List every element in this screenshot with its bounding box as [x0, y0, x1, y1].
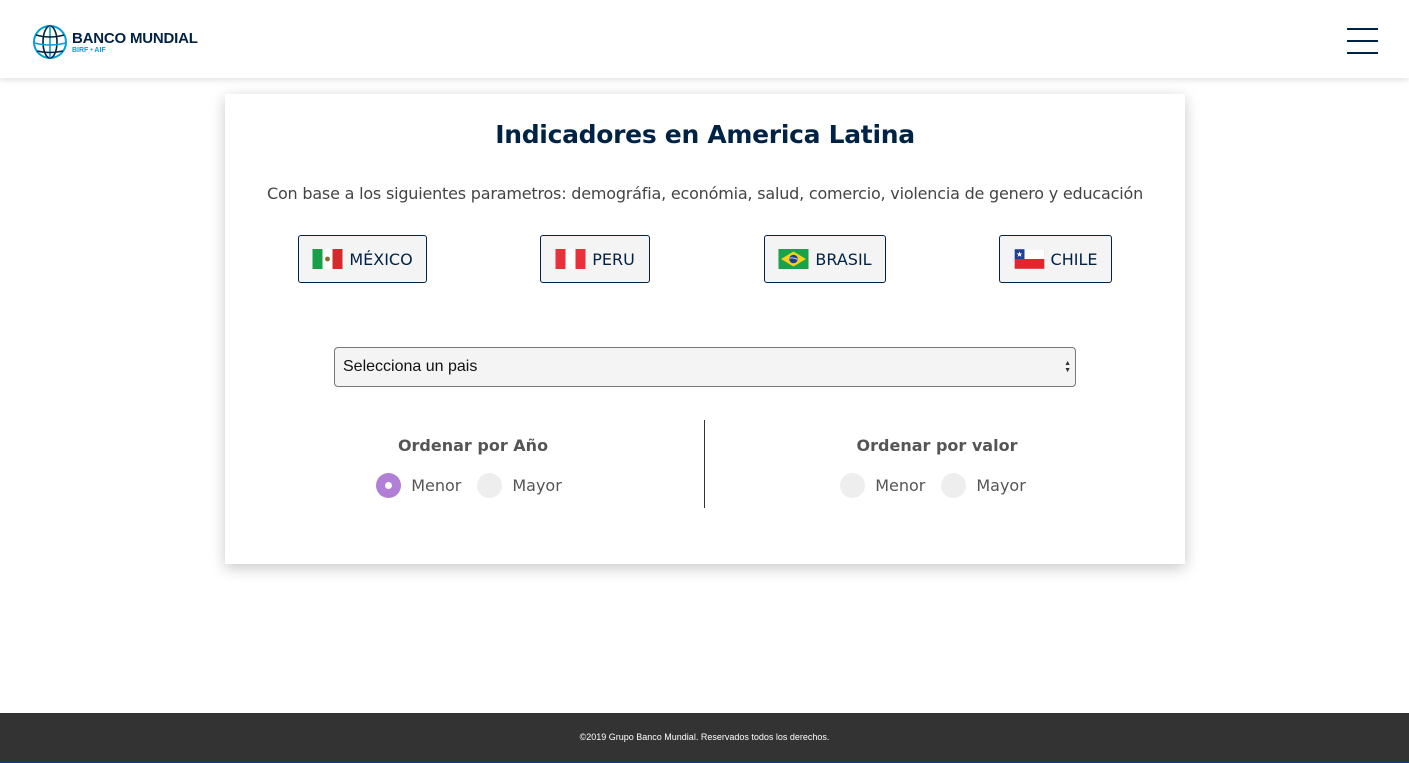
country-button-label: PERU [592, 249, 635, 269]
sort-by-value-title: Ordenar por valor [856, 436, 1018, 455]
vertical-divider [704, 420, 705, 508]
country-button-chile[interactable]: CHILE [999, 235, 1112, 283]
copyright-text: ©2019 Grupo Banco Mundial. Reservados to… [579, 732, 830, 742]
sort-year-mayor-option[interactable]: Mayor [477, 473, 569, 498]
radio-label: Menor [875, 476, 926, 495]
sort-value-menor-radio[interactable] [840, 473, 866, 498]
logo-subtitle: BIRF • AIF [72, 46, 106, 54]
country-select-value: Selecciona un pais [343, 358, 478, 375]
country-button-label: CHILE [1050, 249, 1098, 269]
country-button-peru[interactable]: PERU [540, 235, 650, 283]
country-button-brasil[interactable]: BRASIL [764, 235, 886, 283]
sort-year-menor-option[interactable]: Menor [376, 473, 469, 498]
page-subtitle: Con base a los siguientes parametros: de… [266, 184, 1144, 203]
country-button-label: BRASIL [815, 249, 872, 269]
sort-year-menor-radio[interactable] [376, 473, 402, 498]
site-header: BANCO MUNDIAL BIRF • AIF [0, 0, 1409, 78]
sort-value-mayor-option[interactable]: Mayor [941, 473, 1033, 498]
sort-by-year-group: Ordenar por Año Menor Mayor [353, 436, 593, 498]
country-button-label: MÉXICO [349, 249, 413, 269]
logo-title: BANCO MUNDIAL [72, 29, 198, 47]
sort-value-menor-option[interactable]: Menor [840, 473, 933, 498]
chile-flag-icon [1013, 249, 1045, 269]
brazil-flag-icon [778, 249, 809, 269]
site-footer: ©2019 Grupo Banco Mundial. Reservados to… [0, 713, 1409, 763]
peru-flag-icon [555, 249, 586, 269]
sort-by-year-title: Ordenar por Año [397, 436, 549, 455]
page-title: Indicadores en America Latina [495, 120, 915, 149]
world-bank-logo[interactable]: BANCO MUNDIAL BIRF • AIF [32, 24, 198, 60]
globe-icon [33, 25, 67, 59]
radio-label: Mayor [976, 476, 1026, 495]
sort-value-mayor-radio[interactable] [941, 473, 967, 498]
hamburger-menu-icon[interactable] [1347, 28, 1379, 56]
sort-by-value-group: Ordenar por valor Menor Mayor [817, 436, 1057, 498]
mexico-flag-icon [312, 249, 343, 269]
select-arrows-icon: ▲ ▼ [1064, 360, 1071, 374]
radio-label: Menor [411, 476, 462, 495]
indicators-card: Indicadores en America Latina Con base a… [225, 94, 1185, 564]
country-button-mexico[interactable]: MÉXICO [298, 235, 427, 283]
country-select[interactable]: Selecciona un pais ▲ ▼ [334, 347, 1076, 387]
radio-label: Mayor [512, 476, 562, 495]
sort-year-mayor-radio[interactable] [477, 473, 503, 498]
